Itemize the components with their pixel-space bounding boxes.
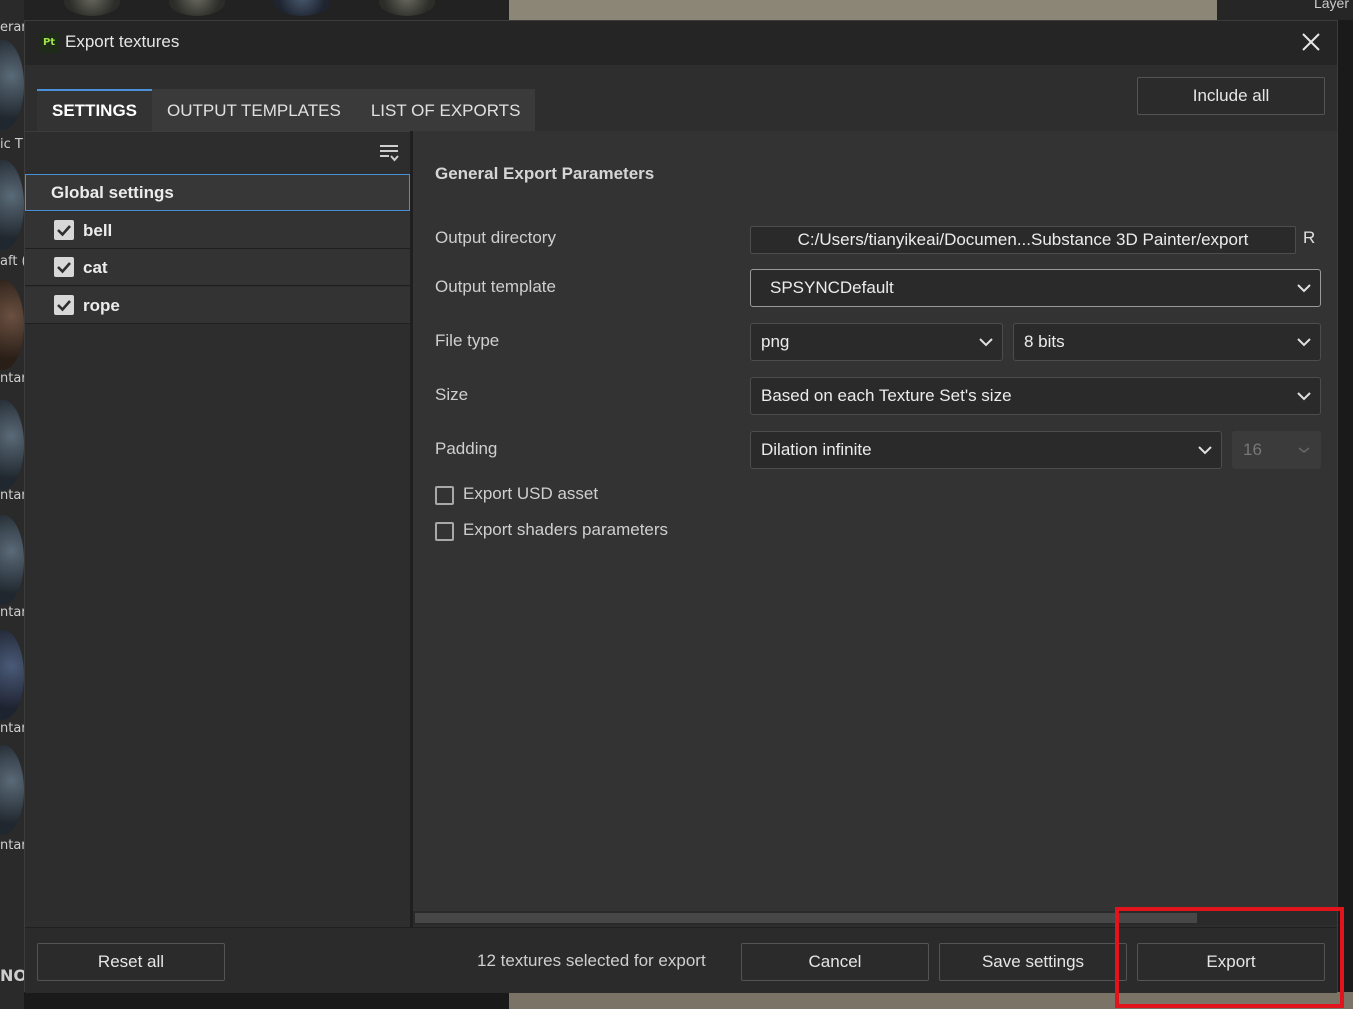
texture-set-label: cat <box>83 258 108 277</box>
output-template-select[interactable]: SPSYNCDefault <box>750 269 1321 307</box>
material-thumbnail <box>169 0 225 16</box>
checkbox-checked-icon[interactable] <box>54 295 74 315</box>
output-directory-field[interactable]: C:/Users/tianyikeai/Documen...Substance … <box>750 226 1296 254</box>
background-label: NO <box>0 966 24 985</box>
filter-list-icon[interactable] <box>378 142 400 164</box>
size-label: Size <box>435 385 469 404</box>
scrollbar-thumb[interactable] <box>415 913 1197 923</box>
output-template-label: Output template <box>435 277 556 296</box>
material-thumbnail <box>379 0 435 16</box>
chevron-down-icon <box>1198 446 1212 455</box>
dialog-titlebar: Pt Export textures <box>25 21 1337 65</box>
export-status-text: 12 textures selected for export <box>477 951 706 970</box>
material-ball-thumbnail <box>0 160 24 250</box>
output-directory-label: Output directory <box>435 228 556 247</box>
texture-set-list: Global settings bell cat rope <box>25 131 410 921</box>
background-label: ntar <box>0 721 24 736</box>
background-label: ic T <box>0 137 23 152</box>
checkbox-checked-icon[interactable] <box>54 257 74 277</box>
checkbox-checked-icon[interactable] <box>54 220 74 240</box>
output-directory-reset-button[interactable]: R <box>1303 228 1315 248</box>
padding-amount-value: 16 <box>1243 440 1262 459</box>
file-type-label: File type <box>435 331 500 350</box>
background-asset-shelf: erar ic T aft ( ntar ntar ntar ntar ntar… <box>0 0 24 1009</box>
material-thumbnail <box>274 0 330 16</box>
background-viewport <box>509 0 1217 20</box>
material-ball-thumbnail <box>0 515 24 605</box>
export-button[interactable]: Export <box>1137 943 1325 981</box>
material-thumbnail <box>64 0 120 16</box>
export-parameters-panel: General Export Parameters Output directo… <box>413 131 1337 911</box>
layers-label: Layer <box>1313 0 1349 11</box>
close-icon[interactable] <box>1299 30 1323 54</box>
background-viewport-bottom <box>509 992 1353 1009</box>
include-all-button[interactable]: Include all <box>1137 77 1325 115</box>
material-ball-thumbnail <box>0 400 24 490</box>
material-ball-thumbnail <box>0 40 24 130</box>
chevron-down-icon <box>1297 284 1311 293</box>
texture-set-label: bell <box>83 221 113 240</box>
cancel-button[interactable]: Cancel <box>741 943 929 981</box>
export-textures-dialog: Pt Export textures SETTINGS OUTPUT TEMPL… <box>24 20 1338 993</box>
material-ball-thumbnail <box>0 630 24 720</box>
padding-value: Dilation infinite <box>761 440 872 459</box>
material-ball-thumbnail <box>0 745 24 835</box>
size-value: Based on each Texture Set's size <box>761 386 1012 405</box>
padding-amount-select: 16 <box>1232 431 1321 469</box>
chevron-down-icon <box>1298 447 1310 453</box>
dialog-title: Export textures <box>65 32 180 51</box>
texture-set-item[interactable]: bell <box>25 212 410 249</box>
tab-bar: SETTINGS OUTPUT TEMPLATES LIST OF EXPORT… <box>37 89 536 131</box>
material-ball-thumbnail <box>0 280 24 370</box>
export-shaders-checkbox[interactable] <box>435 522 454 541</box>
padding-label: Padding <box>435 439 498 458</box>
tab-list-of-exports[interactable]: LIST OF EXPORTS <box>355 89 536 131</box>
output-template-value: SPSYNCDefault <box>770 278 894 297</box>
bit-depth-select[interactable]: 8 bits <box>1013 323 1321 361</box>
painter-app-icon: Pt <box>39 33 59 53</box>
bit-depth-value: 8 bits <box>1024 332 1065 351</box>
background-label: ntar <box>0 838 24 853</box>
background-label: erar <box>0 20 24 35</box>
tab-settings[interactable]: SETTINGS <box>37 89 153 131</box>
reset-all-button[interactable]: Reset all <box>37 943 225 981</box>
texture-set-item[interactable]: rope <box>25 287 410 324</box>
background-label: ntar <box>0 371 24 386</box>
padding-select[interactable]: Dilation infinite <box>750 431 1222 469</box>
export-usd-label: Export USD asset <box>463 484 599 503</box>
export-usd-checkbox[interactable] <box>435 486 454 505</box>
horizontal-scrollbar[interactable] <box>413 911 1337 925</box>
chevron-down-icon <box>1297 338 1311 347</box>
global-settings-item[interactable]: Global settings <box>25 174 410 211</box>
tab-output-templates[interactable]: OUTPUT TEMPLATES <box>152 89 356 131</box>
file-type-select[interactable]: png <box>750 323 1003 361</box>
file-type-value: png <box>761 332 790 351</box>
size-select[interactable]: Based on each Texture Set's size <box>750 377 1321 415</box>
background-layers-panel: Layer <box>1217 0 1353 20</box>
background-label: ntar <box>0 488 24 503</box>
background-label: ntar <box>0 605 24 620</box>
chevron-down-icon <box>1297 392 1311 401</box>
chevron-down-icon <box>979 338 993 347</box>
export-shaders-label: Export shaders parameters <box>463 520 669 539</box>
dialog-footer: Reset all 12 textures selected for expor… <box>25 927 1337 993</box>
background-label: aft ( <box>0 254 24 269</box>
texture-set-label: rope <box>83 296 120 315</box>
section-title: General Export Parameters <box>435 164 655 183</box>
texture-set-item[interactable]: cat <box>25 249 410 286</box>
save-settings-button[interactable]: Save settings <box>939 943 1127 981</box>
